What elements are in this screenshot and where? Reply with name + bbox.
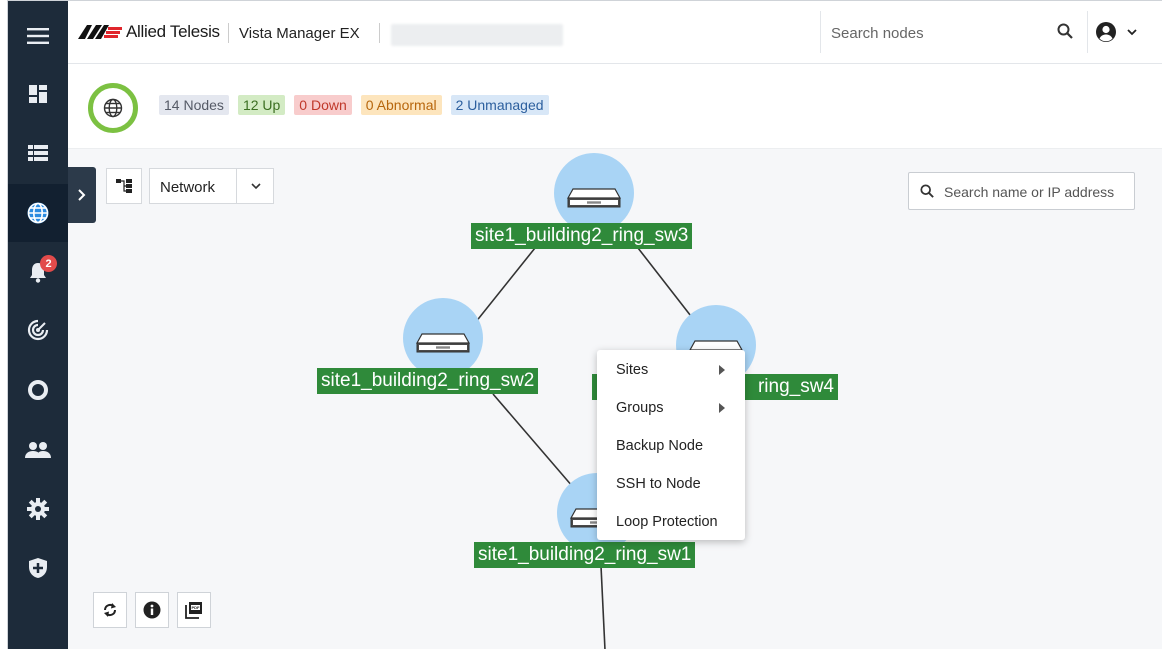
menu-item-label: Backup Node	[616, 438, 704, 454]
menu-item-label: SSH to Node	[616, 476, 701, 492]
refresh-icon	[103, 603, 117, 617]
menu-item-backup-node[interactable]: Backup Node	[597, 427, 745, 465]
app-window: 2 Allied Telesis Vista Manager EX Search…	[7, 0, 1162, 649]
info-icon	[143, 601, 161, 619]
switch-icon	[416, 333, 470, 353]
menu-item-loop-protection[interactable]: Loop Protection	[597, 503, 745, 541]
link-sw1-down[interactable]	[600, 565, 606, 649]
menu-item-groups[interactable]: Groups	[597, 389, 745, 427]
menu-item-label: Groups	[616, 400, 664, 416]
node-label-sw4-text: ring_sw4	[757, 376, 834, 397]
pdf-icon: PDF	[185, 602, 202, 619]
menu-item-sites[interactable]: Sites	[597, 351, 745, 389]
node-label-sw2[interactable]: site1_building2_ring_sw2	[317, 368, 539, 394]
node-context-menu: Sites Groups Backup Node SSH to Node Loo…	[597, 350, 745, 540]
menu-item-label: Loop Protection	[616, 514, 718, 530]
switch-icon	[567, 188, 621, 208]
submenu-arrow-icon	[719, 365, 725, 375]
svg-text:PDF: PDF	[192, 605, 201, 610]
menu-item-label: Sites	[616, 362, 649, 378]
refresh-button[interactable]	[93, 592, 127, 628]
node-label-sw1[interactable]: site1_building2_ring_sw1	[474, 542, 696, 568]
menu-item-ssh-to-node[interactable]: SSH to Node	[597, 465, 745, 503]
submenu-arrow-icon	[719, 403, 725, 413]
node-label-sw3[interactable]: site1_building2_ring_sw3	[471, 223, 693, 249]
export-pdf-button[interactable]: PDF	[177, 592, 211, 628]
info-button[interactable]	[135, 592, 169, 628]
